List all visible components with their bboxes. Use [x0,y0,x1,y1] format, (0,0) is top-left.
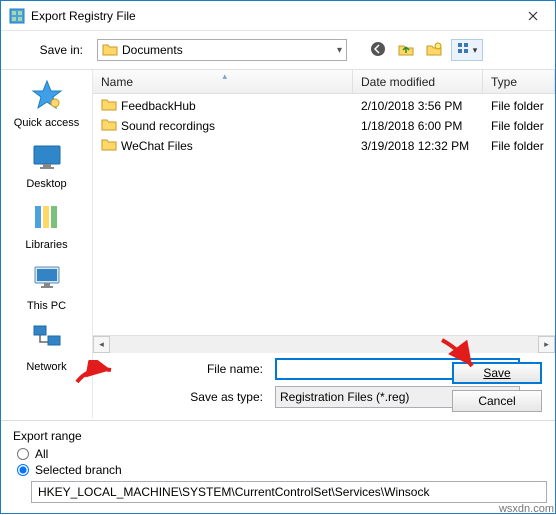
close-icon [528,8,538,24]
folder-icon [101,117,117,136]
place-label: Libraries [25,239,67,251]
place-label: Quick access [14,117,79,129]
new-folder-icon [426,41,442,60]
folder-icon [101,97,117,116]
file-date: 2/10/2018 3:56 PM [353,99,483,113]
place-network[interactable]: Network [1,322,92,373]
place-libraries[interactable]: Libraries [1,200,92,251]
back-button[interactable] [367,39,389,61]
savein-value: Documents [122,43,337,57]
file-type: File folder [483,119,555,133]
radio-all-label: All [35,447,48,461]
chevron-down-icon: ▾ [473,45,478,56]
file-row[interactable]: Sound recordings 1/18/2018 6:00 PMFile fo… [93,116,555,136]
radio-all[interactable]: All [17,447,543,461]
savein-toolbar: Save in: Documents ▾ ▾ [1,31,555,69]
file-row[interactable]: WeChat Files 3/19/2018 12:32 PMFile folde… [93,136,555,156]
scroll-track[interactable] [110,336,538,353]
folder-icon [101,137,117,156]
file-list[interactable]: FeedbackHub2/10/2018 3:56 PMFile folderS… [93,94,555,335]
views-icon [457,42,471,59]
radio-selected-label: Selected branch [35,463,122,477]
column-header-name[interactable]: ▴ Name [93,70,353,93]
documents-folder-icon [102,42,118,58]
export-range-label: Export range [13,429,543,443]
column-header-type[interactable]: Type [483,70,555,93]
savein-label: Save in: [13,43,91,57]
file-row[interactable]: FeedbackHub 2/10/2018 3:56 PMFile folder [93,96,555,116]
views-button[interactable]: ▾ [451,39,483,61]
up-one-level-button[interactable] [395,39,417,61]
place-desktop[interactable]: Desktop [1,139,92,190]
column-header-date[interactable]: Date modified [353,70,483,93]
places-bar: Quick access Desktop Libraries This PC N… [1,70,93,418]
libraries-icon [30,200,64,237]
scroll-left-icon[interactable]: ◂ [93,336,110,353]
place-label: Network [26,361,66,373]
desktop-icon [30,139,64,176]
file-name: FeedbackHub [121,99,196,113]
file-list-header: ▴ Name Date modified Type [93,70,555,94]
title-bar: Export Registry File [1,1,555,31]
scroll-right-icon[interactable]: ▸ [538,336,555,353]
file-name: Sound recordings [121,119,215,133]
quick-access-icon [30,78,64,115]
export-range-group: Export range All Selected branch HKEY_LO… [1,427,555,513]
radio-selected-branch[interactable]: Selected branch [17,463,543,477]
radio-all-input[interactable] [17,448,29,460]
place-this-pc[interactable]: This PC [1,261,92,312]
chevron-down-icon: ▾ [337,45,342,56]
folder-up-icon [398,41,414,60]
place-quick-access[interactable]: Quick access [1,78,92,129]
horizontal-scrollbar[interactable]: ◂ ▸ [93,335,555,352]
back-icon [370,41,386,60]
regedit-icon [9,8,25,24]
new-folder-button[interactable] [423,39,445,61]
sort-ascending-icon: ▴ [223,71,228,82]
file-date: 1/18/2018 6:00 PM [353,119,483,133]
place-label: This PC [27,300,66,312]
cancel-button[interactable]: Cancel [452,390,542,412]
saveastype-label: Save as type: [105,390,275,404]
branch-path-input[interactable]: HKEY_LOCAL_MACHINE\SYSTEM\CurrentControl… [31,481,547,503]
window-title: Export Registry File [31,9,510,23]
filename-label: File name: [105,362,275,376]
branch-path-value: HKEY_LOCAL_MACHINE\SYSTEM\CurrentControl… [38,485,429,499]
close-button[interactable] [510,1,555,31]
file-type: File folder [483,139,555,153]
watermark: wsxdn.com [499,503,554,515]
file-name: WeChat Files [121,139,193,153]
file-type: File folder [483,99,555,113]
radio-selected-input[interactable] [17,464,29,476]
savein-dropdown[interactable]: Documents ▾ [97,39,347,61]
save-button[interactable]: Save [452,362,542,384]
dialog-buttons: Save Cancel [452,362,542,412]
file-date: 3/19/2018 12:32 PM [353,139,483,153]
place-label: Desktop [26,178,66,190]
network-icon [30,322,64,359]
this-pc-icon [30,261,64,298]
